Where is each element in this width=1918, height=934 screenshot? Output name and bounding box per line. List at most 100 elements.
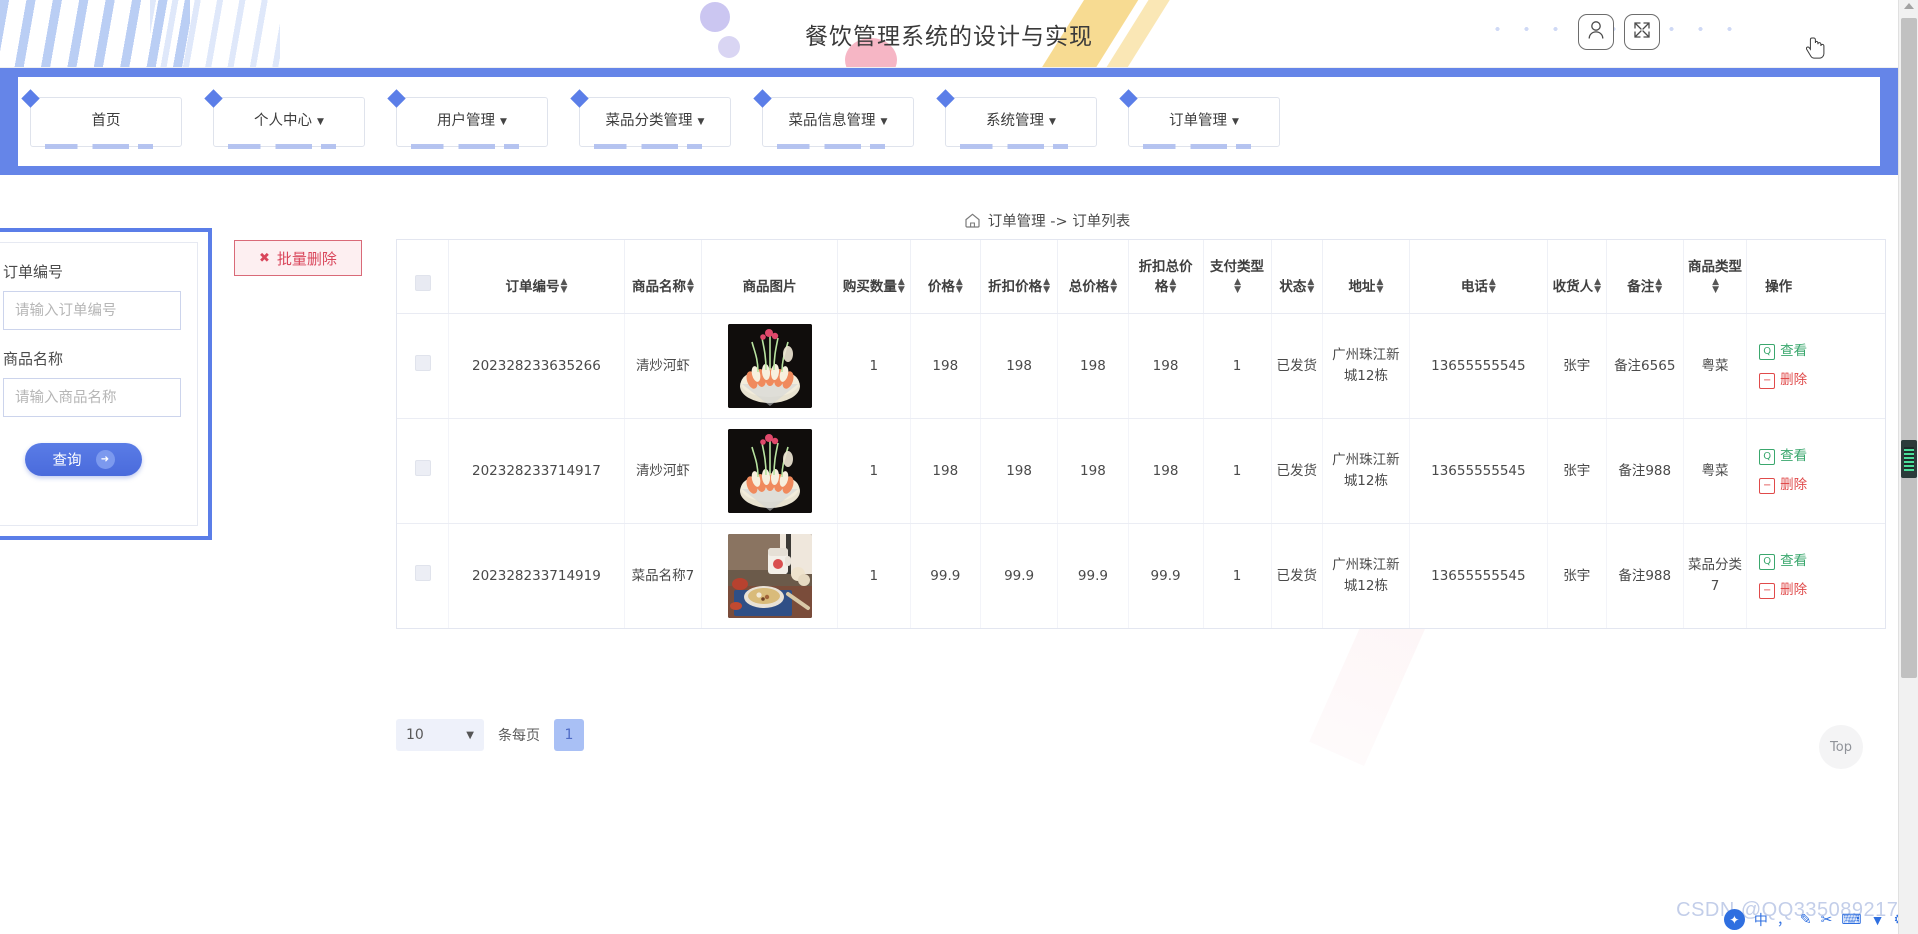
view-button[interactable]: Q 查看 (1759, 341, 1881, 362)
sort-icon[interactable]: ▲ ▼ (687, 278, 694, 294)
batch-delete-button[interactable]: ✖ 批量删除 (234, 240, 362, 276)
sort-icon[interactable]: ▲ ▼ (1655, 278, 1662, 294)
delete-button[interactable]: − 删除 (1759, 475, 1881, 496)
fullscreen-button[interactable] (1624, 14, 1660, 50)
cell-goods-name: 菜品名称7 (624, 523, 703, 629)
ime-punctuation-icon[interactable]: ， (1777, 910, 1791, 930)
cell-goods-image[interactable] (701, 313, 839, 420)
pagination: 10 ▼ 条每页 1 (396, 719, 584, 751)
table-row[interactable]: 202328233714917 清炒河虾 1 198 198 198 198 1… (397, 418, 1885, 525)
cell-discount-total: 198 (1128, 313, 1204, 420)
view-button[interactable]: Q 查看 (1759, 551, 1881, 572)
col-remark[interactable]: 备注 ▲ ▼ (1606, 240, 1684, 315)
col-action-label: 操作 (1765, 278, 1793, 295)
dish-image-shrimp[interactable] (727, 429, 812, 514)
cell-goods-image[interactable] (701, 418, 839, 525)
sort-icon[interactable]: ▲ ▼ (1307, 278, 1314, 294)
col-total-price[interactable]: 总价格 ▲ ▼ (1057, 240, 1129, 315)
user-profile-button[interactable] (1578, 14, 1614, 50)
col-select-all[interactable] (397, 240, 450, 315)
sort-icon[interactable]: ▲ ▼ (1489, 278, 1496, 294)
nav-item-user-management[interactable]: 用户管理 ▼ (396, 96, 548, 149)
col-pay-type[interactable]: 支付类型 ▲ ▼ (1203, 240, 1272, 315)
nav-item-system-management[interactable]: 系统管理 ▼ (945, 96, 1097, 149)
col-discount-total[interactable]: 折扣总价格 ▲ ▼ (1128, 240, 1204, 315)
sort-icon[interactable]: ▲ ▼ (1376, 278, 1383, 294)
col-price[interactable]: 价格 ▲ ▼ (910, 240, 981, 315)
dish-image-shrimp[interactable] (727, 324, 812, 409)
col-address[interactable]: 地址 ▲ ▼ (1322, 240, 1410, 315)
goods-name-input[interactable] (3, 378, 181, 417)
ime-handwriting-icon[interactable]: ✎ (1800, 911, 1812, 928)
nav-item-dish-info-management[interactable]: 菜品信息管理 ▼ (762, 96, 914, 149)
page-number-1[interactable]: 1 (554, 719, 584, 751)
ime-toolbox-icon[interactable]: ▼ (1871, 912, 1885, 928)
sort-icon[interactable]: ▲ ▼ (1043, 278, 1050, 294)
sort-icon[interactable]: ▲ ▼ (956, 278, 963, 294)
row-select-cell[interactable] (397, 313, 450, 420)
col-order-no[interactable]: 订单编号 ▲ ▼ (448, 240, 625, 315)
sort-icon[interactable]: ▲ ▼ (1110, 278, 1117, 294)
table-row[interactable]: 202328233714919 菜品名称7 1 99.9 99.9 99.9 9… (397, 523, 1885, 629)
cell-qty: 1 (837, 523, 911, 629)
ime-language-label[interactable]: 中 (1754, 910, 1768, 930)
sort-icon[interactable]: ▲ ▼ (1594, 278, 1601, 294)
col-goods-type-label: 商品类型 (1688, 259, 1743, 275)
user-icon (1586, 19, 1606, 46)
ime-keyboard-icon[interactable]: ⌨ (1841, 911, 1861, 928)
table-toolbar: ✖ 批量删除 (234, 240, 362, 276)
cell-discount-total: 99.9 (1128, 523, 1204, 629)
nav-item-dish-category-management[interactable]: 菜品分类管理 ▼ (579, 96, 731, 149)
sort-icon[interactable]: ▲ ▼ (560, 278, 567, 294)
sort-icon[interactable]: ▲ ▼ (1712, 278, 1719, 294)
order-no-input[interactable] (3, 291, 181, 330)
back-to-top-button[interactable]: Top (1819, 725, 1863, 769)
ime-logo-icon[interactable]: ✦ (1723, 909, 1745, 930)
col-goods-type[interactable]: 商品类型 ▲ ▼ (1683, 240, 1748, 315)
col-status[interactable]: 状态 ▲ ▼ (1271, 240, 1324, 315)
nav-item-home[interactable]: 首页 (30, 96, 182, 149)
scrollbar-thumb[interactable] (1901, 440, 1917, 478)
col-goods-name[interactable]: 商品名称 ▲ ▼ (624, 240, 703, 315)
chevron-down-icon: ▼ (1049, 116, 1056, 127)
sort-icon[interactable]: ▲ ▼ (898, 278, 905, 294)
nav-item-personal-center[interactable]: 个人中心 ▼ (213, 96, 365, 149)
sort-icon[interactable]: ▲ ▼ (1234, 278, 1241, 294)
nav-item-order-management[interactable]: 订单管理 ▼ (1128, 96, 1280, 149)
delete-button[interactable]: − 删除 (1759, 370, 1881, 391)
row-select-cell[interactable] (397, 523, 450, 629)
ime-toolbar[interactable]: ✦ 中 ， ✎ ✂ ⌨ ▼ ⚙ (1723, 909, 1906, 930)
page-size-select[interactable]: 10 ▼ (396, 719, 484, 751)
table-row[interactable]: 202328233635266 清炒河虾 1 198 198 198 198 1… (397, 313, 1885, 420)
query-button[interactable]: 查询 ➜ (25, 443, 142, 476)
ime-scissors-icon[interactable]: ✂ (1821, 911, 1833, 928)
col-phone-label: 电话 (1460, 278, 1488, 295)
page-bottom-spacer (0, 892, 1898, 934)
row-checkbox[interactable] (414, 564, 431, 581)
delete-button[interactable]: − 删除 (1759, 580, 1881, 601)
search-filter-panel: 订单编号 商品名称 查询 ➜ (0, 228, 212, 540)
view-button[interactable]: Q 查看 (1759, 446, 1881, 467)
cell-order-no: 202328233635266 (448, 313, 625, 420)
sort-icon[interactable]: ▲ ▼ (1169, 278, 1176, 294)
scroll-up-arrow-icon[interactable] (1904, 3, 1914, 9)
col-discount-price[interactable]: 折扣价格 ▲ ▼ (980, 240, 1059, 315)
table-header: 订单编号 ▲ ▼ 商品名称 ▲ ▼ 商品图片 购买数量 ▲ ▼ 价格 ▲ ▼ 折… (397, 240, 1885, 315)
scrollbar-track[interactable] (1901, 18, 1917, 678)
nav-item-label: 菜品信息管理 (788, 113, 876, 130)
col-phone[interactable]: 电话 ▲ ▼ (1409, 240, 1549, 315)
cell-actions: Q 查看 − 删除 (1746, 313, 1885, 420)
col-qty[interactable]: 购买数量 ▲ ▼ (837, 240, 911, 315)
row-checkbox[interactable] (414, 459, 431, 476)
cell-discount-total: 198 (1128, 418, 1204, 525)
row-checkbox[interactable] (414, 354, 431, 371)
nav-item-label: 用户管理 (437, 113, 496, 130)
orders-table: 订单编号 ▲ ▼ 商品名称 ▲ ▼ 商品图片 购买数量 ▲ ▼ 价格 ▲ ▼ 折… (397, 240, 1885, 629)
col-receiver[interactable]: 收货人 ▲ ▼ (1547, 240, 1607, 315)
dish-image-soup[interactable] (727, 534, 812, 619)
cell-goods-name: 清炒河虾 (624, 418, 703, 525)
vertical-scrollbar[interactable] (1898, 0, 1918, 934)
select-all-checkbox[interactable] (414, 274, 431, 291)
cell-goods-image[interactable] (701, 523, 839, 629)
row-select-cell[interactable] (397, 418, 450, 525)
